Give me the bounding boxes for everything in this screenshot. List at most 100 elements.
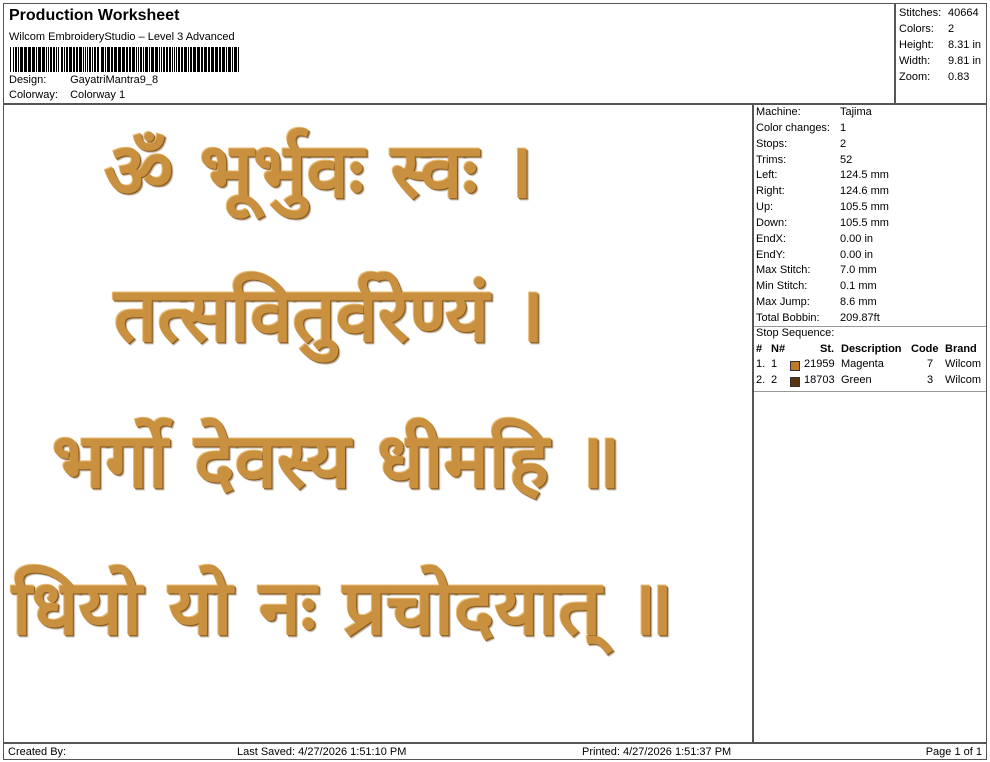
barcode-bar [24, 47, 27, 72]
stat-height: Height: 8.31 in [899, 39, 982, 51]
col-brand: Brand [945, 343, 977, 355]
created-by: Created By: [8, 746, 67, 758]
design-value: GayatriMantra9_8 [70, 74, 159, 86]
barcode-bar [92, 47, 93, 72]
barcode-bar [58, 47, 59, 72]
printed-date: Printed: 4/27/2026 1:51:37 PM [582, 746, 732, 758]
barcode-bar [234, 47, 237, 72]
worksheet-footer: Created By: Last Saved: 4/27/2026 1:51:1… [3, 743, 987, 760]
mantra-line-2: तत्सवितुर्वरेण्यं । [114, 270, 545, 359]
barcode-bar [188, 47, 189, 72]
color-changes-row: Color changes: 1 [756, 122, 847, 134]
barcode-bar [169, 47, 171, 72]
barcode-bar [79, 47, 82, 72]
barcode-bar [232, 47, 233, 72]
colorway-row: Colorway: Colorway 1 [9, 89, 125, 101]
barcode-bar [219, 47, 221, 72]
down-row: Down: 105.5 mm [756, 217, 889, 229]
barcode-bar [13, 47, 14, 72]
barcode-bar [64, 47, 65, 72]
barcode-bar [32, 47, 35, 72]
page-number: Page 1 of 1 [925, 746, 982, 758]
barcode-bar [140, 47, 142, 72]
trims-row: Trims: 52 [756, 154, 853, 166]
barcode-bar [114, 47, 117, 72]
stat-colors: Colors: 2 [899, 23, 955, 35]
up-row: Up: 105.5 mm [756, 201, 889, 213]
barcode-bar [163, 47, 165, 72]
col-n: N# [771, 343, 786, 355]
barcode-bar [97, 47, 99, 72]
barcode-bar [10, 47, 11, 72]
barcode-bar [161, 47, 162, 72]
mantra-line-4: धियो यो नः प्रचोदयात् ॥ [12, 563, 674, 652]
barcode-bar [226, 47, 227, 72]
barcode-bar [122, 47, 125, 72]
stop-row: 2. 2 18703 Green 3 Wilcom [756, 374, 982, 387]
barcode-bar [155, 47, 158, 72]
barcode-bar [73, 47, 75, 72]
barcode-bar [132, 47, 135, 72]
barcode-bar [111, 47, 113, 72]
barcode-bar [56, 47, 57, 72]
barcode-bar [76, 47, 78, 72]
col-st: St. [820, 343, 835, 355]
barcode-bar [46, 47, 47, 72]
col-num: # [756, 343, 763, 355]
mantra-line-3: भर्गो देवस्य धीमहि ॥ [52, 416, 621, 505]
col-description: Description [841, 343, 902, 355]
stat-stitches: Stitches: 40664 [899, 7, 979, 19]
barcode-bar [143, 47, 144, 72]
barcode-bar [222, 47, 225, 72]
barcode-bar [178, 47, 180, 72]
colorway-label: Colorway: [9, 89, 58, 101]
barcode-bar [181, 47, 183, 72]
barcode-bar [15, 47, 17, 72]
barcode-bar [107, 47, 110, 72]
barcode-bar [42, 47, 45, 72]
barcode-bar [69, 47, 72, 72]
barcode-bar [83, 47, 84, 72]
barcode-bar [215, 47, 218, 72]
barcode-bar [190, 47, 192, 72]
barcode-bar [85, 47, 86, 72]
barcode-bar [36, 47, 37, 72]
barcode-bar [18, 47, 19, 72]
design-preview: ॐ भूर्भुवः स्वः । तत्सवितुर्वरेण्यं । भर… [3, 104, 753, 743]
stop-row: 1. 1 21959 Magenta 7 Wilcom [756, 358, 982, 371]
barcode-bar [94, 47, 96, 72]
barcode-bar [174, 47, 175, 72]
stops-row: Stops: 2 [756, 138, 847, 150]
barcode-bar [176, 47, 177, 72]
barcode-bar [38, 47, 41, 72]
barcode-bar [184, 47, 187, 72]
worksheet-header: Production Worksheet Wilcom EmbroiderySt… [3, 3, 895, 104]
barcode-bar [138, 47, 139, 72]
endy-row: EndY: 0.00 in [756, 249, 874, 261]
mantra-line-1: ॐ भूर्भुवः स्वः । [104, 126, 534, 215]
barcode-bar [193, 47, 196, 72]
stat-zoom: Zoom: 0.83 [899, 71, 970, 83]
barcode-bar [105, 47, 106, 72]
barcode-bar [118, 47, 121, 72]
barcode-bar [66, 47, 68, 72]
machine-row: Machine: Tajima [756, 106, 872, 118]
design-row: Design: GayatriMantra9_8 [9, 74, 158, 86]
colorway-value: Colorway 1 [70, 89, 126, 101]
machine-info-panel: Machine: Tajima Color changes: 1 Stops: 2 T… [753, 104, 987, 743]
barcode-bar [136, 47, 137, 72]
barcode-bar [87, 47, 88, 72]
barcode-bar [166, 47, 168, 72]
barcode-bar [50, 47, 52, 72]
stop-sequence-title: Stop Sequence: [756, 327, 835, 339]
col-code: Code [911, 343, 939, 355]
barcode-bar [228, 47, 231, 72]
barcode-bar [238, 47, 239, 72]
color-swatch [790, 361, 800, 371]
barcode-bar [208, 47, 210, 72]
stats-panel: Stitches: 40664 Colors: 2 Height: 8.31 in W… [895, 3, 987, 104]
max-stitch-row: Max Stitch: 7.0 mm [756, 264, 877, 276]
barcode-bar [48, 47, 49, 72]
last-saved: Last Saved: 4/27/2026 1:51:10 PM [237, 746, 407, 758]
color-swatch [790, 377, 800, 387]
